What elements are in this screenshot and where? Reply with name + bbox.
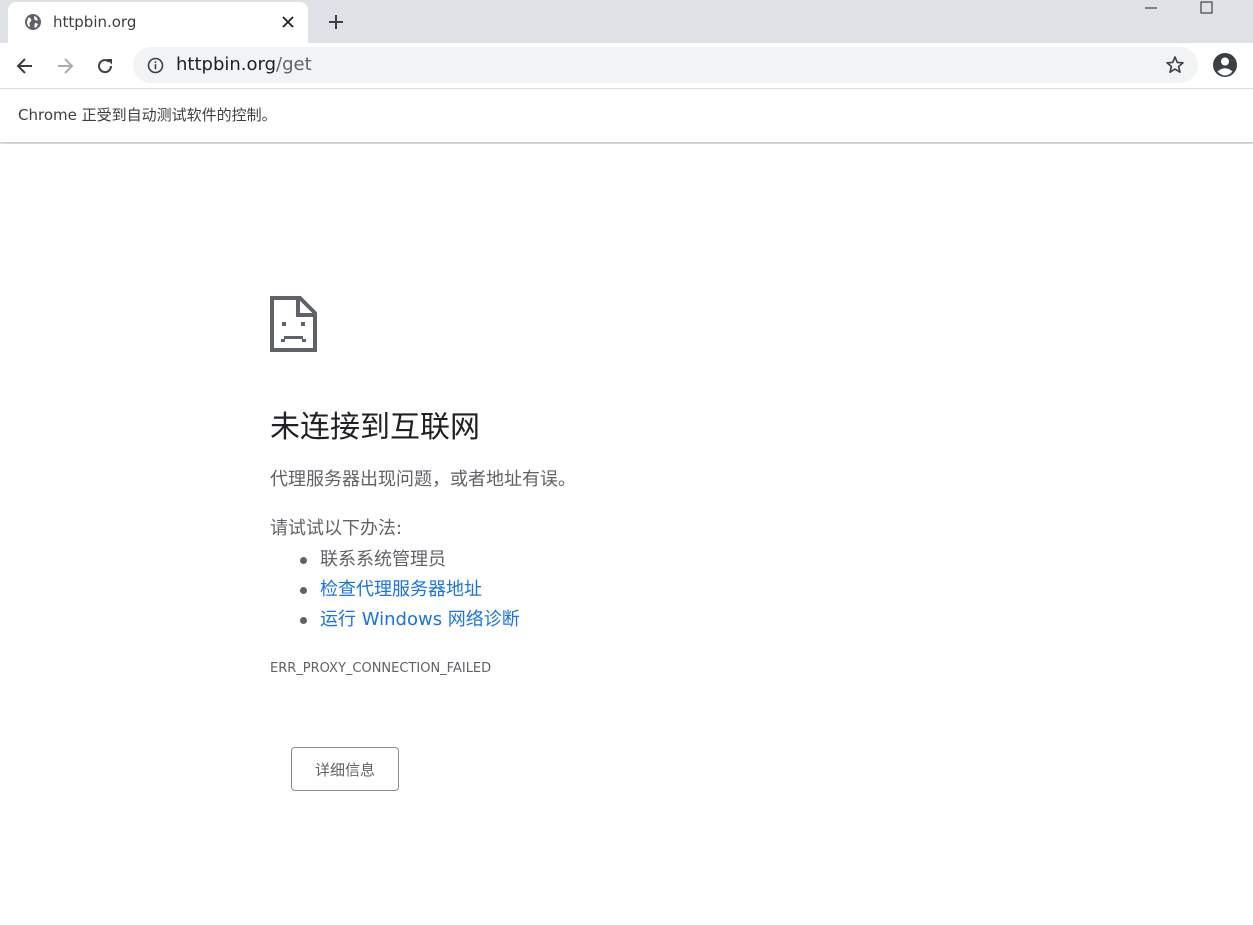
account-circle-icon[interactable] (1212, 52, 1238, 78)
minimize-button[interactable] (1136, 0, 1166, 18)
info-icon[interactable] (147, 57, 164, 74)
maximize-icon (1200, 1, 1213, 14)
reload-icon (98, 59, 113, 74)
infobar-text: Chrome 正受到自动测试软件的控制。 (18, 106, 277, 124)
reload-button[interactable] (91, 52, 119, 80)
error-code: ERR_PROXY_CONNECTION_FAILED (270, 661, 492, 676)
tab-httpbin[interactable]: httpbin.org (8, 2, 308, 43)
suggestions-list: 联系系统管理员 检查代理服务器地址 运行 Windows 网络诊断 (300, 545, 520, 635)
star-icon[interactable] (1165, 55, 1185, 75)
tab-title: httpbin.org (53, 13, 137, 31)
url-text[interactable]: httpbin.org/get (176, 54, 312, 76)
error-page: 未连接到互联网 代理服务器出现问题，或者地址有误。 请试试以下办法: 联系系统管… (0, 144, 1253, 925)
address-bar[interactable]: httpbin.org/get (133, 47, 1198, 83)
details-button[interactable]: 详细信息 (291, 747, 399, 791)
maximize-button[interactable] (1192, 0, 1222, 18)
arrow-left-icon (16, 58, 32, 74)
url-path: /get (276, 54, 312, 75)
back-button[interactable] (11, 52, 39, 80)
new-tab-button[interactable] (323, 9, 349, 35)
suggestion-windows-diagnostics-link[interactable]: 运行 Windows 网络诊断 (300, 605, 520, 635)
suggestion-contact-admin: 联系系统管理员 (300, 545, 520, 575)
error-heading: 未连接到互联网 (270, 410, 480, 445)
toolbar: httpbin.org/get (0, 43, 1253, 125)
plus-icon (329, 15, 343, 29)
close-icon[interactable] (278, 12, 298, 32)
arrow-right-icon (58, 58, 74, 74)
minimize-icon (1145, 7, 1157, 9)
url-host: httpbin.org (176, 54, 277, 75)
suggestions-title: 请试试以下办法: (270, 518, 403, 539)
suggestion-check-proxy-link[interactable]: 检查代理服务器地址 (300, 575, 520, 605)
sad-document-icon (270, 296, 317, 352)
forward-button[interactable] (51, 52, 79, 80)
automation-infobar: Chrome 正受到自动测试软件的控制。 (0, 90, 1253, 143)
error-description: 代理服务器出现问题，或者地址有误。 (270, 469, 576, 490)
tab-strip: httpbin.org (0, 0, 1253, 43)
globe-icon (25, 14, 41, 30)
